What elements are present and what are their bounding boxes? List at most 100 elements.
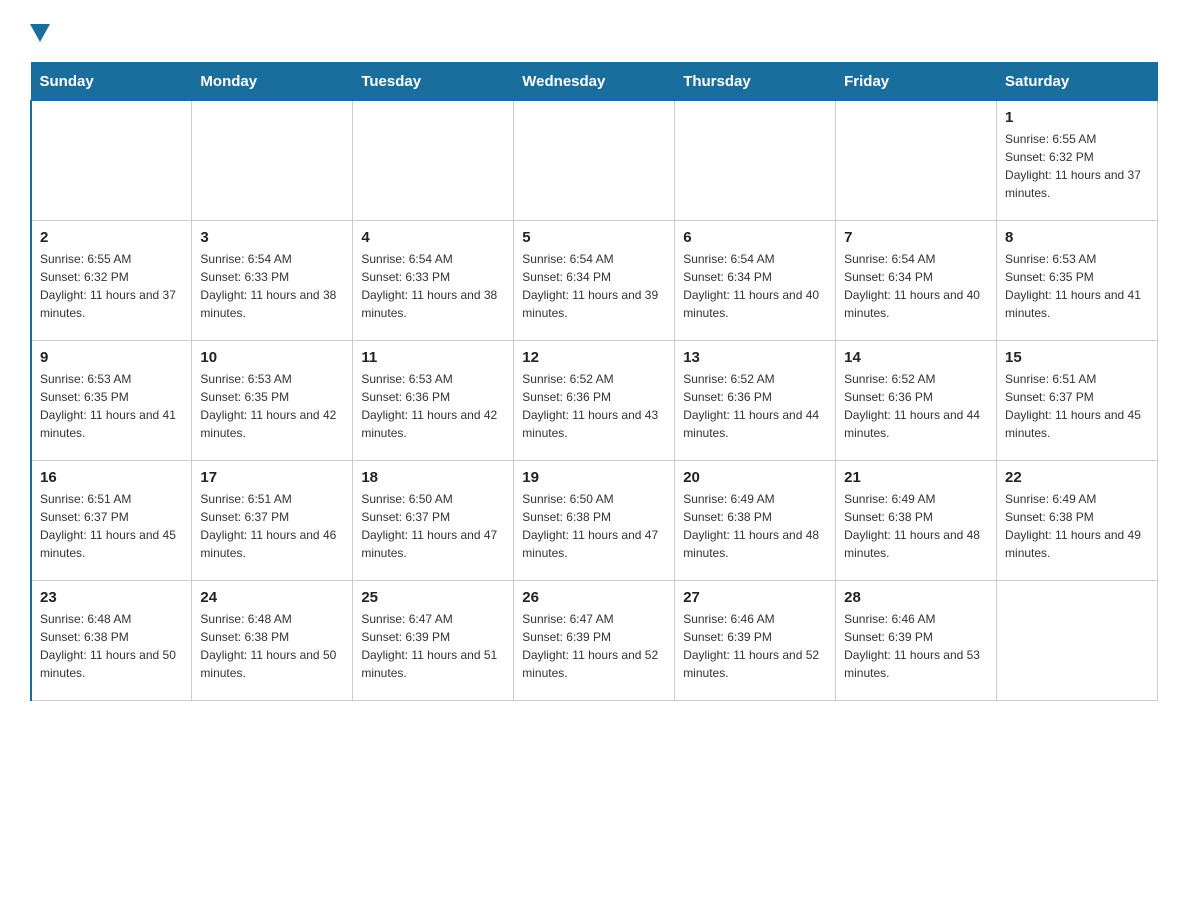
day-info: Sunrise: 6:46 AM Sunset: 6:39 PM Dayligh…	[844, 610, 988, 682]
day-info: Sunrise: 6:50 AM Sunset: 6:38 PM Dayligh…	[522, 490, 666, 562]
calendar-cell: 12 Sunrise: 6:52 AM Sunset: 6:36 PM Dayli…	[514, 341, 675, 461]
day-info: Sunrise: 6:51 AM Sunset: 6:37 PM Dayligh…	[200, 490, 344, 562]
day-info: Sunrise: 6:51 AM Sunset: 6:37 PM Dayligh…	[40, 490, 183, 562]
logo	[30, 20, 50, 42]
day-info: Sunrise: 6:49 AM Sunset: 6:38 PM Dayligh…	[683, 490, 827, 562]
day-number: 10	[200, 349, 344, 366]
day-info: Sunrise: 6:54 AM Sunset: 6:34 PM Dayligh…	[522, 250, 666, 322]
day-info: Sunrise: 6:54 AM Sunset: 6:34 PM Dayligh…	[844, 250, 988, 322]
calendar-cell	[997, 581, 1158, 701]
day-info: Sunrise: 6:54 AM Sunset: 6:33 PM Dayligh…	[200, 250, 344, 322]
calendar-cell: 4 Sunrise: 6:54 AM Sunset: 6:33 PM Daylig…	[353, 221, 514, 341]
calendar-cell: 13 Sunrise: 6:52 AM Sunset: 6:36 PM Dayli…	[675, 341, 836, 461]
week-row-1: 1 Sunrise: 6:55 AM Sunset: 6:32 PM Daylig…	[31, 101, 1158, 221]
calendar-cell: 2 Sunrise: 6:55 AM Sunset: 6:32 PM Daylig…	[31, 221, 192, 341]
calendar-cell: 15 Sunrise: 6:51 AM Sunset: 6:37 PM Dayli…	[997, 341, 1158, 461]
calendar-cell: 16 Sunrise: 6:51 AM Sunset: 6:37 PM Dayli…	[31, 461, 192, 581]
day-info: Sunrise: 6:50 AM Sunset: 6:37 PM Dayligh…	[361, 490, 505, 562]
day-info: Sunrise: 6:53 AM Sunset: 6:35 PM Dayligh…	[200, 370, 344, 442]
day-number: 23	[40, 589, 183, 606]
calendar-cell: 27 Sunrise: 6:46 AM Sunset: 6:39 PM Dayli…	[675, 581, 836, 701]
day-number: 3	[200, 229, 344, 246]
calendar-cell: 19 Sunrise: 6:50 AM Sunset: 6:38 PM Dayli…	[514, 461, 675, 581]
calendar-cell	[836, 101, 997, 221]
calendar-cell: 28 Sunrise: 6:46 AM Sunset: 6:39 PM Dayli…	[836, 581, 997, 701]
calendar-cell	[192, 101, 353, 221]
day-info: Sunrise: 6:52 AM Sunset: 6:36 PM Dayligh…	[522, 370, 666, 442]
calendar-cell: 11Sunrise: 6:53 AM Sunset: 6:36 PM Dayli…	[353, 341, 514, 461]
calendar-cell: 9Sunrise: 6:53 AM Sunset: 6:35 PM Daylig…	[31, 341, 192, 461]
calendar-cell: 14 Sunrise: 6:52 AM Sunset: 6:36 PM Dayli…	[836, 341, 997, 461]
day-number: 6	[683, 229, 827, 246]
day-number: 25	[361, 589, 505, 606]
calendar-cell: 6 Sunrise: 6:54 AM Sunset: 6:34 PM Daylig…	[675, 221, 836, 341]
day-info: Sunrise: 6:46 AM Sunset: 6:39 PM Dayligh…	[683, 610, 827, 682]
page-header	[30, 20, 1158, 42]
day-number: 20	[683, 469, 827, 486]
week-row-3: 9Sunrise: 6:53 AM Sunset: 6:35 PM Daylig…	[31, 341, 1158, 461]
week-row-2: 2 Sunrise: 6:55 AM Sunset: 6:32 PM Daylig…	[31, 221, 1158, 341]
weekday-header-wednesday: Wednesday	[514, 63, 675, 101]
day-info: Sunrise: 6:54 AM Sunset: 6:34 PM Dayligh…	[683, 250, 827, 322]
day-info: Sunrise: 6:52 AM Sunset: 6:36 PM Dayligh…	[683, 370, 827, 442]
day-number: 7	[844, 229, 988, 246]
day-number: 5	[522, 229, 666, 246]
day-number: 27	[683, 589, 827, 606]
day-number: 17	[200, 469, 344, 486]
weekday-header-monday: Monday	[192, 63, 353, 101]
day-info: Sunrise: 6:48 AM Sunset: 6:38 PM Dayligh…	[200, 610, 344, 682]
day-number: 14	[844, 349, 988, 366]
day-number: 8	[1005, 229, 1149, 246]
day-number: 26	[522, 589, 666, 606]
day-info: Sunrise: 6:55 AM Sunset: 6:32 PM Dayligh…	[40, 250, 183, 322]
calendar-cell: 18 Sunrise: 6:50 AM Sunset: 6:37 PM Dayli…	[353, 461, 514, 581]
calendar-cell	[353, 101, 514, 221]
day-number: 15	[1005, 349, 1149, 366]
day-info: Sunrise: 6:47 AM Sunset: 6:39 PM Dayligh…	[361, 610, 505, 682]
day-info: Sunrise: 6:49 AM Sunset: 6:38 PM Dayligh…	[844, 490, 988, 562]
day-info: Sunrise: 6:53 AM Sunset: 6:35 PM Dayligh…	[40, 370, 183, 442]
calendar-cell: 10 Sunrise: 6:53 AM Sunset: 6:35 PM Dayli…	[192, 341, 353, 461]
calendar-cell: 5 Sunrise: 6:54 AM Sunset: 6:34 PM Daylig…	[514, 221, 675, 341]
calendar-cell: 21 Sunrise: 6:49 AM Sunset: 6:38 PM Dayli…	[836, 461, 997, 581]
logo-arrow-icon	[30, 24, 50, 42]
day-info: Sunrise: 6:48 AM Sunset: 6:38 PM Dayligh…	[40, 610, 183, 682]
calendar-cell: 8 Sunrise: 6:53 AM Sunset: 6:35 PM Daylig…	[997, 221, 1158, 341]
day-info: Sunrise: 6:55 AM Sunset: 6:32 PM Dayligh…	[1005, 130, 1149, 202]
day-info: Sunrise: 6:52 AM Sunset: 6:36 PM Dayligh…	[844, 370, 988, 442]
calendar-cell: 22 Sunrise: 6:49 AM Sunset: 6:38 PM Dayli…	[997, 461, 1158, 581]
day-number: 4	[361, 229, 505, 246]
weekday-header-tuesday: Tuesday	[353, 63, 514, 101]
day-number: 1	[1005, 109, 1149, 126]
calendar-cell: 25 Sunrise: 6:47 AM Sunset: 6:39 PM Dayli…	[353, 581, 514, 701]
weekday-header-friday: Friday	[836, 63, 997, 101]
calendar-cell: 24 Sunrise: 6:48 AM Sunset: 6:38 PM Dayli…	[192, 581, 353, 701]
calendar-cell	[31, 101, 192, 221]
day-number: 28	[844, 589, 988, 606]
day-info: Sunrise: 6:54 AM Sunset: 6:33 PM Dayligh…	[361, 250, 505, 322]
calendar-cell: 20 Sunrise: 6:49 AM Sunset: 6:38 PM Dayli…	[675, 461, 836, 581]
day-info: Sunrise: 6:51 AM Sunset: 6:37 PM Dayligh…	[1005, 370, 1149, 442]
day-number: 22	[1005, 469, 1149, 486]
day-number: 21	[844, 469, 988, 486]
calendar-cell: 23 Sunrise: 6:48 AM Sunset: 6:38 PM Dayli…	[31, 581, 192, 701]
day-number: 18	[361, 469, 505, 486]
calendar-cell	[675, 101, 836, 221]
day-number: 2	[40, 229, 183, 246]
weekday-header-saturday: Saturday	[997, 63, 1158, 101]
day-number: 24	[200, 589, 344, 606]
calendar-cell: 26Sunrise: 6:47 AM Sunset: 6:39 PM Dayli…	[514, 581, 675, 701]
day-number: 12	[522, 349, 666, 366]
calendar-cell: 7 Sunrise: 6:54 AM Sunset: 6:34 PM Daylig…	[836, 221, 997, 341]
day-number: 19	[522, 469, 666, 486]
weekday-header-sunday: Sunday	[31, 63, 192, 101]
day-info: Sunrise: 6:53 AM Sunset: 6:35 PM Dayligh…	[1005, 250, 1149, 322]
week-row-5: 23 Sunrise: 6:48 AM Sunset: 6:38 PM Dayli…	[31, 581, 1158, 701]
calendar-cell	[514, 101, 675, 221]
calendar-cell: 17 Sunrise: 6:51 AM Sunset: 6:37 PM Dayli…	[192, 461, 353, 581]
calendar-cell: 3 Sunrise: 6:54 AM Sunset: 6:33 PM Daylig…	[192, 221, 353, 341]
day-info: Sunrise: 6:49 AM Sunset: 6:38 PM Dayligh…	[1005, 490, 1149, 562]
day-number: 16	[40, 469, 183, 486]
day-number: 13	[683, 349, 827, 366]
weekday-header-row: SundayMondayTuesdayWednesdayThursdayFrid…	[31, 63, 1158, 101]
